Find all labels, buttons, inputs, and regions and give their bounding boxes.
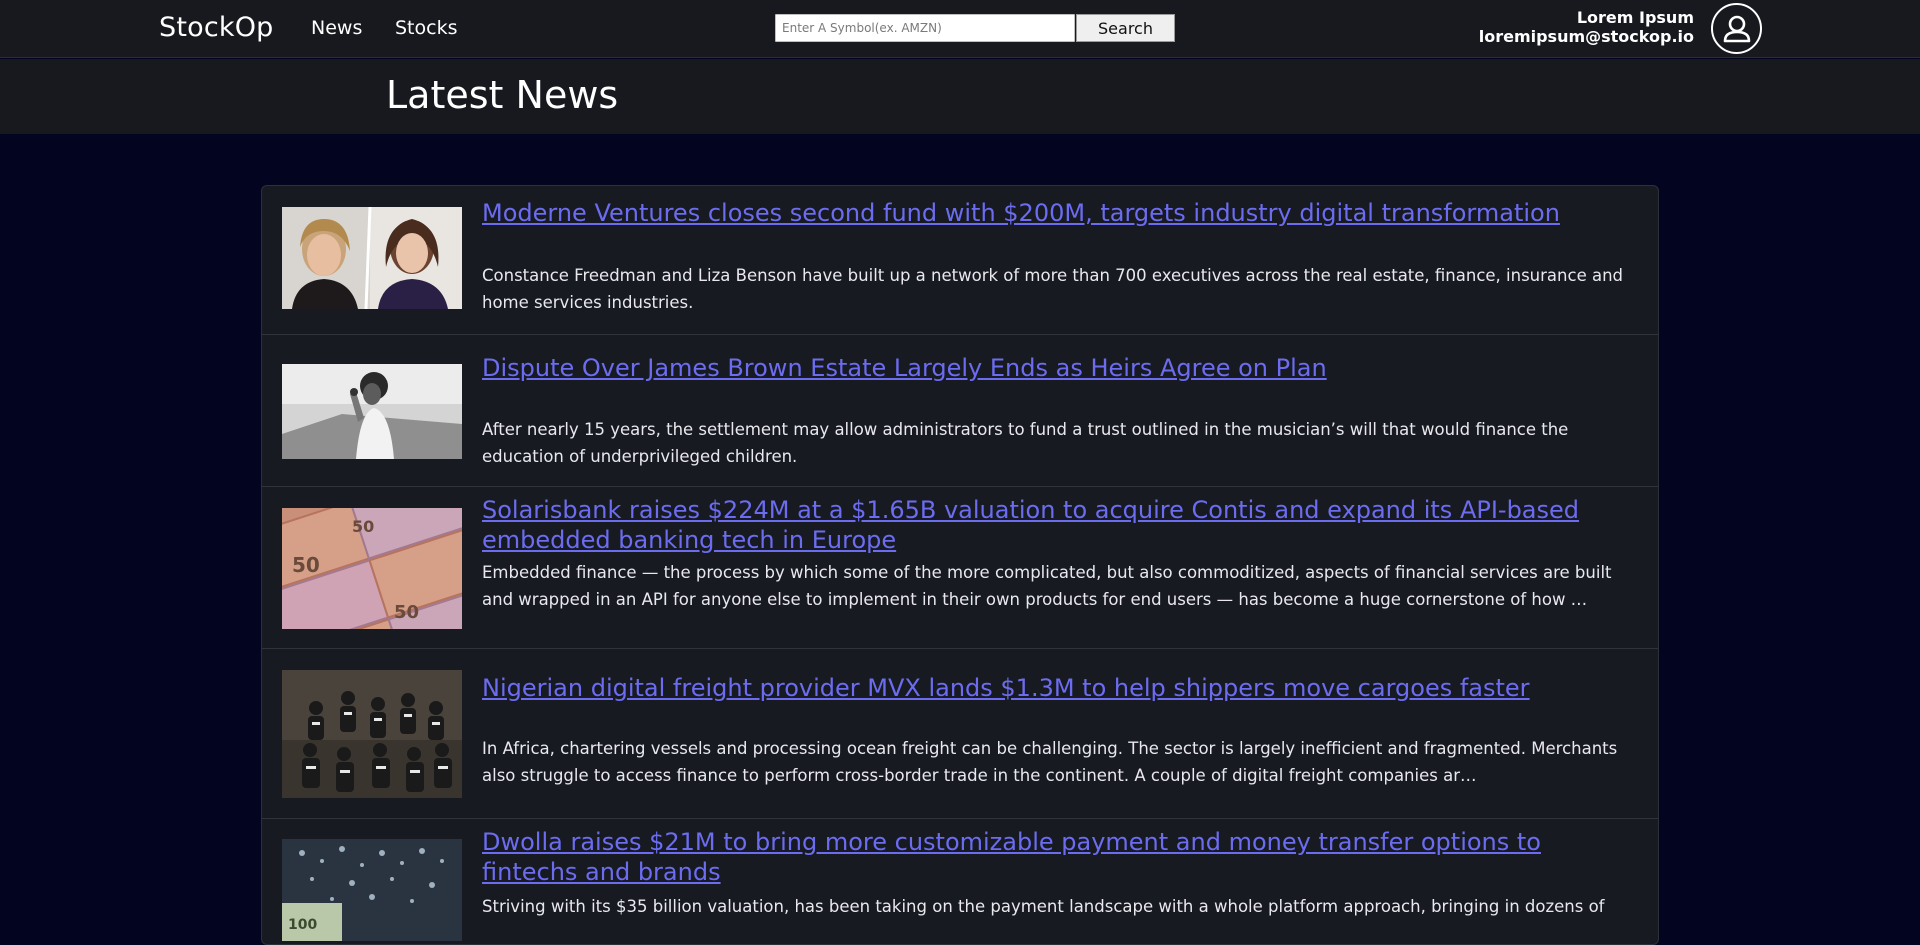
news-thumbnail-image[interactable] [282, 207, 462, 309]
news-thumbnail-image[interactable] [282, 670, 462, 798]
brand-logo[interactable]: StockOp [159, 12, 274, 43]
news-summary: Striving with its $35 billion valuation,… [482, 897, 1605, 916]
nav-link-news[interactable]: News [311, 17, 362, 39]
svg-text:50: 50 [292, 553, 320, 577]
nav-link-stocks[interactable]: Stocks [395, 17, 457, 39]
news-summary: In Africa, chartering vessels and proces… [482, 739, 1618, 785]
user-name: Lorem Ipsum [1576, 8, 1694, 27]
svg-text:50: 50 [394, 602, 419, 623]
news-headline-link[interactable]: Nigerian digital freight provider MVX la… [482, 673, 1642, 703]
page-header: Latest News [0, 59, 1920, 134]
news-summary: After nearly 15 years, the settlement ma… [482, 420, 1569, 466]
news-item: Nigerian digital freight provider MVX la… [262, 649, 1658, 819]
news-thumbnail-image[interactable]: 50 50 50 [282, 508, 462, 629]
news-summary: Constance Freedman and Liza Benson have … [482, 266, 1624, 312]
user-icon [1723, 15, 1750, 42]
news-item: 100 Dwolla raises $21M to bring more cus… [262, 819, 1658, 944]
news-thumbnail-image[interactable]: 100 [282, 839, 462, 941]
svg-text:100: 100 [288, 917, 317, 933]
top-navbar: StockOp News Stocks Search Lorem Ipsum l… [0, 0, 1920, 58]
news-thumbnail-image[interactable] [282, 364, 462, 459]
news-summary: Embedded finance — the process by which … [482, 563, 1612, 609]
news-list: Moderne Ventures closes second fund with… [261, 185, 1659, 945]
news-headline-link[interactable]: Dispute Over James Brown Estate Largely … [482, 353, 1642, 383]
news-headline-link[interactable]: Solarisbank raises $224M at a $1.65B val… [482, 495, 1642, 555]
symbol-search-input[interactable] [775, 14, 1075, 42]
search-button[interactable]: Search [1076, 14, 1175, 42]
page-title: Latest News [386, 73, 619, 117]
news-headline-link[interactable]: Moderne Ventures closes second fund with… [482, 198, 1642, 228]
news-item: Dispute Over James Brown Estate Largely … [262, 335, 1658, 487]
news-item: Moderne Ventures closes second fund with… [262, 186, 1658, 335]
news-headline-link[interactable]: Dwolla raises $21M to bring more customi… [482, 827, 1642, 887]
news-item: 50 50 50 Solarisbank raises $224M at a $… [262, 487, 1658, 649]
user-email: loremipsum@stockop.io [1478, 27, 1694, 46]
user-avatar[interactable] [1711, 3, 1762, 54]
svg-text:50: 50 [352, 517, 374, 536]
